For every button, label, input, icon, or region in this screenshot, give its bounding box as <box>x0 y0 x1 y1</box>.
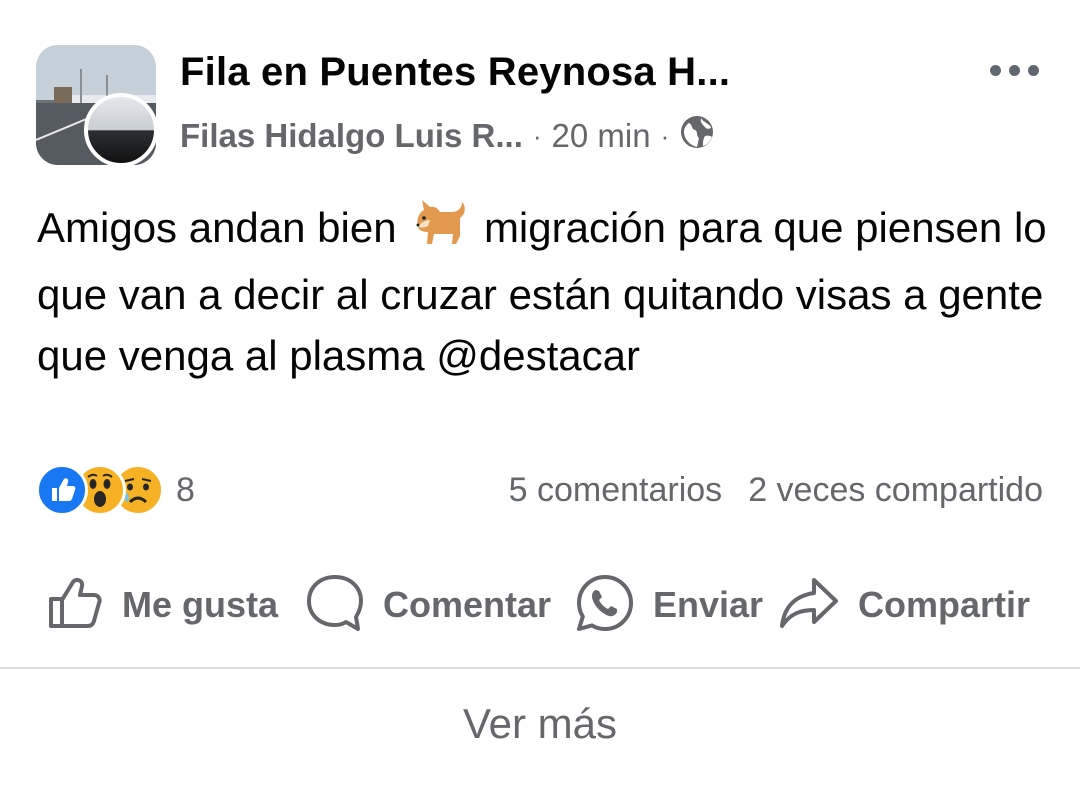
share-label: Compartir <box>858 584 1031 625</box>
meta-separator: · <box>532 120 542 151</box>
see-more-link[interactable]: Ver más <box>0 700 1080 748</box>
shares-count[interactable]: 2 veces compartido <box>748 471 1043 510</box>
post-stats: 5 comentarios 2 veces compartido <box>509 468 1043 512</box>
author-name[interactable]: Filas Hidalgo Luis R... <box>180 117 523 155</box>
user-avatar[interactable] <box>84 93 158 167</box>
like-reaction-icon <box>36 464 88 516</box>
send-label: Enviar <box>653 584 764 625</box>
group-title[interactable]: Fila en Puentes Reynosa H... <box>180 50 730 95</box>
action-bar: Me gusta Comentar Enviar Compartir <box>0 570 1080 640</box>
reaction-count: 8 <box>176 470 195 509</box>
comment-icon <box>305 573 365 638</box>
like-label: Me gusta <box>122 584 279 625</box>
more-options-icon[interactable] <box>990 60 1050 80</box>
reactions-summary[interactable]: 8 <box>36 464 195 516</box>
post-text: Amigos andan bien migración para que pie… <box>37 196 1047 386</box>
comments-count[interactable]: 5 comentarios <box>509 471 723 510</box>
whatsapp-icon <box>575 573 635 638</box>
thumbs-up-icon <box>46 574 104 637</box>
like-button[interactable]: Me gusta <box>46 570 278 640</box>
avatar-group[interactable] <box>36 45 158 169</box>
share-button[interactable]: Compartir <box>778 570 1030 640</box>
post-meta: Filas Hidalgo Luis R... · 20 min · <box>180 116 715 156</box>
share-arrow-icon <box>778 574 840 637</box>
send-button[interactable]: Enviar <box>575 570 763 640</box>
globe-icon <box>679 114 715 158</box>
post-text-part: Amigos andan bien <box>37 204 397 251</box>
feed-post: Fila en Puentes Reynosa H... Filas Hidal… <box>0 0 1080 785</box>
comment-label: Comentar <box>383 584 552 625</box>
post-time[interactable]: 20 min <box>552 117 651 155</box>
dog-emoji <box>412 196 468 264</box>
comment-button[interactable]: Comentar <box>305 570 551 640</box>
divider <box>0 667 1080 669</box>
meta-separator: · <box>660 120 670 151</box>
